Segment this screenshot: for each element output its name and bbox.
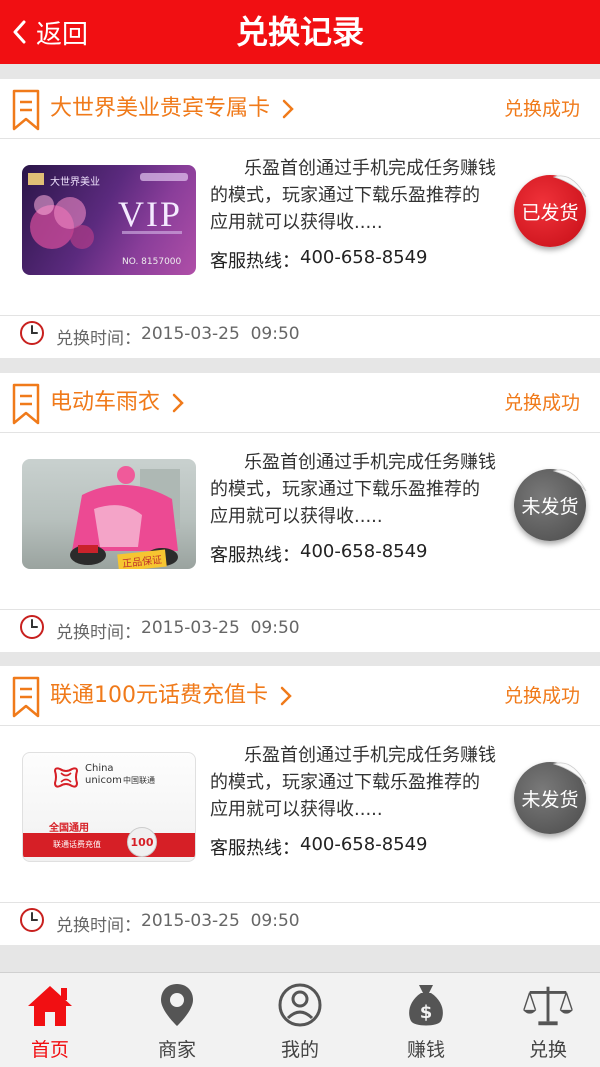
badge-label: 未发货	[521, 495, 579, 518]
top-nav-bar: 返回 兑换记录	[0, 0, 600, 64]
unicom-red-band	[23, 833, 195, 857]
product-name-link[interactable]: 联通100元话费充值卡	[50, 676, 292, 716]
product-name-link[interactable]: 电动车雨衣	[50, 383, 184, 423]
product-image-raincoat[interactable]: 正品保证	[22, 459, 196, 569]
hotline-label: 客服热线：	[210, 545, 300, 566]
exchange-time-value: 2015-03-25 09:50	[141, 324, 300, 344]
page-curl-icon	[552, 762, 587, 785]
order-card-body: 大世界美业 VIP NO. 8157000 乐盈首创通过手机完成任务赚钱的模式，…	[0, 139, 600, 316]
order-card-footer: 兑换时间： 2015-03-25 09:50	[0, 610, 600, 652]
shipping-status-badge: 未发货	[510, 758, 590, 838]
tab-label: 首页	[30, 1039, 69, 1061]
scale-icon	[522, 986, 574, 1026]
product-name: 电动车雨衣	[50, 390, 161, 415]
order-card[interactable]: 大世界美业贵宾专属卡 兑换成功 大世界美业 VIP NO. 8157000 乐盈…	[0, 79, 600, 358]
chevron-right-icon	[280, 686, 292, 706]
tab-label: 兑换	[528, 1039, 567, 1061]
tab-label: 赚钱	[406, 1039, 445, 1061]
order-card-header: 联通100元话费充值卡 兑换成功	[0, 666, 600, 726]
hotline: 客服热线： 400-658-8549	[210, 834, 428, 860]
order-card-footer: 兑换时间： 2015-03-25 09:50	[0, 903, 600, 945]
tab-earn[interactable]: $ 赚钱	[366, 973, 486, 1067]
exchange-status: 兑换成功	[503, 685, 580, 707]
hotline-number[interactable]: 400-658-8549	[300, 541, 428, 567]
bookmark-icon	[12, 383, 40, 425]
money-bag-icon: $	[409, 985, 443, 1026]
exchange-time: 兑换时间： 2015-03-25 09:50	[56, 911, 300, 936]
unicom-card-text-2: 联通话费充值	[53, 840, 101, 849]
badge-label: 未发货	[521, 788, 579, 811]
unicom-brand-en-2: unicom	[85, 775, 122, 786]
clock-icon	[20, 908, 44, 932]
clock-icon	[20, 615, 44, 639]
order-card-header: 大世界美业贵宾专属卡 兑换成功	[0, 79, 600, 139]
exchange-time: 兑换时间： 2015-03-25 09:50	[56, 324, 300, 349]
hotline-label: 客服热线：	[210, 838, 300, 859]
unicom-card-value: 100	[130, 835, 154, 849]
vip-card-text: VIP	[118, 194, 183, 234]
order-card[interactable]: 电动车雨衣 兑换成功 正品保证 乐盈首创通过手机完成任务赚钱的模式，玩家通过下载…	[0, 373, 600, 652]
unicom-value-badge: 100	[127, 827, 157, 857]
exchange-status: 兑换成功	[503, 98, 580, 120]
raincoat-graphic	[70, 466, 180, 566]
chevron-right-icon	[172, 393, 184, 413]
chevron-right-icon	[282, 99, 294, 119]
product-image-vip-card[interactable]: 大世界美业 VIP NO. 8157000	[22, 165, 196, 275]
exchange-time: 兑换时间： 2015-03-25 09:50	[56, 618, 300, 643]
product-name-link[interactable]: 大世界美业贵宾专属卡	[50, 89, 294, 129]
exchange-time-value: 2015-03-25 09:50	[141, 911, 300, 931]
bookmark-icon	[12, 676, 40, 718]
order-card[interactable]: 联通100元话费充值卡 兑换成功 China unicom 中国联通 全国通用 …	[0, 666, 600, 945]
unicom-brand-en-1: China	[85, 763, 114, 774]
badge-label: 已发货	[521, 201, 579, 224]
hotline: 客服热线： 400-658-8549	[210, 541, 428, 567]
vip-card-brand: 大世界美业	[50, 177, 100, 188]
clock-icon	[20, 321, 44, 345]
hotline: 客服热线： 400-658-8549	[210, 247, 428, 273]
tab-label: 我的	[280, 1039, 319, 1061]
hotline-number[interactable]: 400-658-8549	[300, 834, 428, 860]
product-description: 乐盈首创通过手机完成任务赚钱的模式，玩家通过下载乐盈推荐的 应用就可以获得收..…	[210, 452, 496, 527]
order-card-header: 电动车雨衣 兑换成功	[0, 373, 600, 433]
page-curl-icon	[552, 469, 587, 492]
product-name: 大世界美业贵宾专属卡	[50, 96, 271, 121]
tab-mine[interactable]: 我的	[240, 973, 360, 1067]
exchange-status: 兑换成功	[503, 392, 580, 414]
exchange-time-label: 兑换时间：	[56, 916, 141, 936]
product-name: 联通100元话费充值卡	[50, 683, 268, 708]
page-title: 兑换记录	[235, 13, 364, 51]
exchange-time-label: 兑换时间：	[56, 623, 141, 643]
tab-exchange[interactable]: 兑换	[488, 973, 600, 1067]
unicom-logo-icon	[53, 767, 79, 788]
product-description: 乐盈首创通过手机完成任务赚钱的模式，玩家通过下载乐盈推荐的 应用就可以获得收..…	[210, 158, 496, 233]
exchange-time-label: 兑换时间：	[56, 329, 141, 349]
home-icon	[28, 986, 72, 1026]
location-pin-icon	[161, 984, 193, 1026]
hotline-label: 客服热线：	[210, 251, 300, 272]
product-description: 乐盈首创通过手机完成任务赚钱的模式，玩家通过下载乐盈推荐的 应用就可以获得收..…	[210, 745, 496, 820]
unicom-card-text-1: 全国通用	[49, 823, 89, 834]
shipping-status-badge: 未发货	[510, 465, 590, 545]
exchange-time-value: 2015-03-25 09:50	[141, 618, 300, 638]
vip-card-number: NO. 8157000	[122, 257, 182, 267]
order-card-body: China unicom 中国联通 全国通用 联通话费充值 100 乐盈首创通过…	[0, 726, 600, 903]
user-icon	[278, 983, 322, 1027]
order-card-body: 正品保证 乐盈首创通过手机完成任务赚钱的模式，玩家通过下载乐盈推荐的 应用就可以…	[0, 433, 600, 610]
unicom-brand-cn: 中国联通	[123, 776, 155, 785]
tab-merchants[interactable]: 商家	[117, 973, 237, 1067]
product-image-unicom-card[interactable]: China unicom 中国联通 全国通用 联通话费充值 100	[22, 752, 196, 862]
bookmark-icon	[12, 89, 40, 131]
svg-text:$: $	[420, 1002, 433, 1023]
order-card-footer: 兑换时间： 2015-03-25 09:50	[0, 316, 600, 358]
hotline-number[interactable]: 400-658-8549	[300, 247, 428, 273]
tab-label: 商家	[157, 1039, 196, 1061]
bottom-tab-bar: 首页 商家 我的 $ 赚钱 兑换	[0, 972, 600, 1067]
page-curl-icon	[552, 175, 587, 198]
tab-home[interactable]: 首页	[0, 973, 110, 1067]
shipping-status-badge: 已发货	[510, 171, 590, 251]
